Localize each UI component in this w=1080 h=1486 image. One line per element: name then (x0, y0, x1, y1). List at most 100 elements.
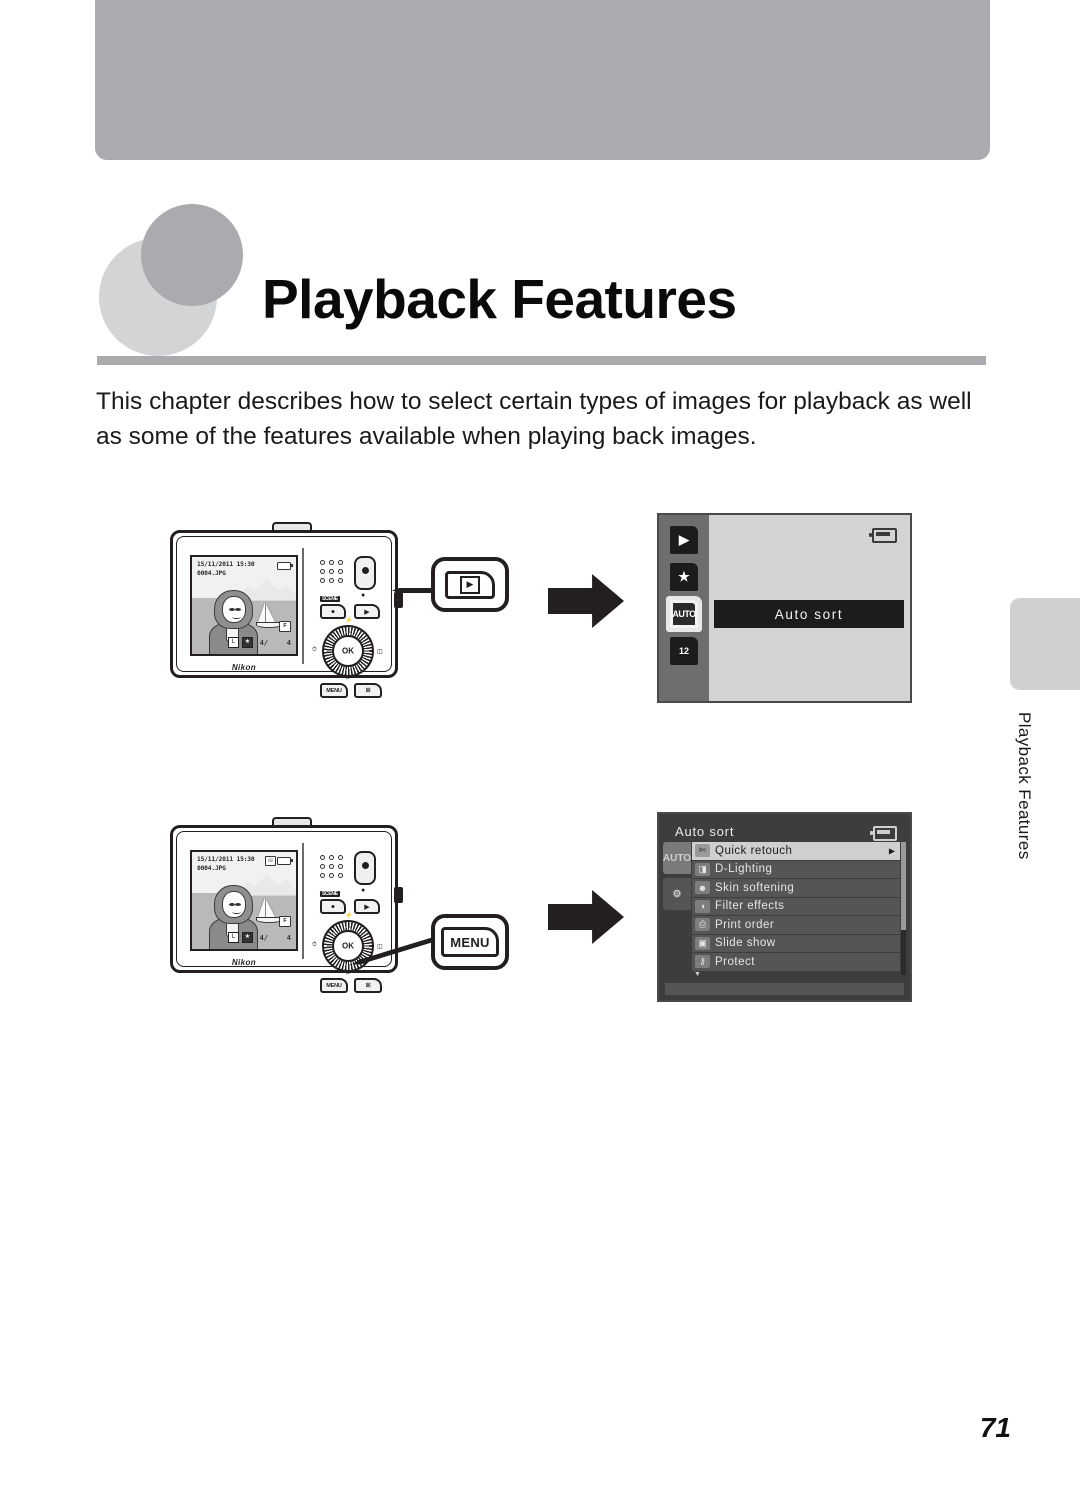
playback-button[interactable]: ▶ (354, 604, 380, 619)
callout-button-shape[interactable]: ▶ (445, 570, 495, 599)
camera-side-port (394, 592, 403, 608)
speaker-hole (329, 873, 334, 878)
menu-item-skin-softening[interactable]: ☻ Skin softening (692, 879, 900, 898)
menu-screen-title: Auto sort (675, 824, 735, 839)
lcd-sail-left (258, 896, 266, 917)
sidebar-tab-setup[interactable]: ⚙ (663, 878, 691, 910)
play-icon: ▶ (364, 903, 370, 911)
callout-leader-line-1 (392, 588, 434, 593)
menu-button-label: MENU (326, 687, 342, 694)
record-mode-button[interactable]: ● (320, 604, 346, 619)
scrollbar-thumb[interactable] (901, 842, 906, 930)
tele-marker-icon: ● (361, 592, 366, 599)
macro-icon: ⚑ (345, 971, 351, 977)
menu-item-slide-show[interactable]: ▣ Slide show (692, 934, 900, 953)
speaker-hole (329, 578, 334, 583)
scroll-down-indicator: ▼ (694, 971, 701, 978)
lcd-mouth (231, 615, 241, 619)
menu-button[interactable]: MENU (320, 683, 348, 698)
menu-item-label: Filter effects (715, 900, 785, 913)
zoom-dot (361, 861, 369, 869)
lcd-frame-total: 4 (286, 934, 291, 942)
list-by-date-icon[interactable]: 12 (670, 637, 698, 665)
play-icon: ▶ (364, 608, 370, 616)
lcd-sail-right (266, 603, 276, 622)
slide-show-icon: ▣ (695, 936, 710, 950)
flow-arrow-right (548, 890, 624, 944)
lcd-frame-current: 4/ (259, 639, 268, 647)
multi-selector-dial[interactable]: OK (322, 625, 374, 677)
brand-logo: Nikon (231, 663, 257, 672)
exposure-comp-icon: ◫ (377, 944, 383, 950)
lcd-favorite-badge: ★ (242, 637, 253, 648)
speaker-hole (320, 864, 325, 869)
menu-item-label: D-Lighting (715, 863, 773, 876)
menu-item-protect[interactable]: ⚷ Protect (692, 953, 900, 972)
speaker-hole (338, 864, 343, 869)
trash-icon: ☒ (365, 687, 371, 694)
lcd-size-badge: L (228, 932, 239, 943)
menu-item-print-order[interactable]: ⎙ Print order (692, 916, 900, 935)
speaker-hole (320, 855, 325, 860)
menu-footer-bar (665, 983, 904, 995)
battery-icon (277, 562, 293, 570)
menu-button[interactable]: MENU (320, 978, 348, 993)
self-timer-icon: ⏱ (312, 942, 317, 948)
menu-item-label: Protect (715, 955, 755, 968)
tele-marker-icon: ● (361, 887, 366, 894)
flash-icon: ⚡ (345, 618, 353, 624)
header-decoration-band (95, 0, 990, 160)
record-mode-button[interactable]: ● (320, 899, 346, 914)
image-quality-icon: F (279, 916, 291, 927)
delete-button[interactable]: ☒ (354, 683, 382, 698)
menu-item-label: Slide show (715, 937, 776, 950)
camera-side-port (394, 887, 403, 903)
scene-mode-label: SCENE (320, 891, 340, 897)
auto-sort-selection-screen: ▶ ★ AUTO 12 Auto sort (657, 513, 912, 703)
menu-item-quick-retouch[interactable]: ✄ Quick retouch ▶ (692, 842, 900, 861)
zoom-control[interactable] (354, 556, 376, 590)
camera-panel-divider (302, 843, 304, 959)
exposure-comp-icon: ◫ (377, 649, 383, 655)
title-divider-rule (97, 356, 986, 365)
side-tab-marker (1010, 598, 1080, 690)
lcd-mouth (231, 910, 241, 914)
page-number: 71 (979, 1412, 1011, 1443)
protect-icon: ⚷ (695, 955, 710, 969)
lcd-sailboat (256, 601, 283, 628)
menu-button-label: MENU (326, 982, 342, 989)
speaker-hole (329, 855, 334, 860)
self-timer-icon: ⏱ (312, 647, 317, 653)
scrollbar-track[interactable] (901, 842, 906, 975)
brand-logo: Nikon (231, 958, 257, 967)
playback-mode-icon[interactable]: ▶ (670, 526, 698, 554)
delete-button[interactable]: ☒ (354, 978, 382, 993)
ok-button-label: OK (342, 646, 354, 656)
playback-button[interactable]: ▶ (354, 899, 380, 914)
battery-icon (869, 528, 897, 543)
camera-lcd-screen-1: 15/11/2011 15:30 0004.JPG F 4/ 4 L ★ (190, 555, 298, 656)
zoom-control[interactable] (354, 851, 376, 885)
favorite-pictures-icon[interactable]: ★ (670, 563, 698, 591)
callout-menu-button: MENU (431, 914, 509, 970)
speaker-hole (329, 569, 334, 574)
camera-icon: ● (330, 608, 336, 615)
auto-sort-highlight-bar[interactable]: Auto sort (714, 600, 904, 628)
callout-button-shape[interactable]: MENU (441, 927, 499, 957)
auto-sort-icon[interactable]: AUTO (670, 600, 698, 628)
menu-item-d-lighting[interactable]: ◨ D-Lighting (692, 860, 900, 879)
trash-icon: ☒ (365, 982, 371, 989)
sidebar-tab-auto-sort[interactable]: AUTO (663, 842, 691, 874)
figure-playback-button-step: 15/11/2011 15:30 0004.JPG F 4/ 4 L ★ Nik… (160, 518, 410, 698)
menu-item-filter-effects[interactable]: ◑ Filter effects (692, 897, 900, 916)
lcd-sail-right (266, 898, 276, 917)
skin-softening-icon: ☻ (695, 881, 710, 895)
speaker-hole (338, 560, 343, 565)
chapter-intro-paragraph: This chapter describes how to select cer… (96, 388, 972, 450)
scene-mode-label: SCENE (320, 596, 340, 602)
speaker-hole (320, 560, 325, 565)
multi-selector-dial[interactable]: OK (322, 920, 374, 972)
lcd-favorite-badge: ★ (242, 932, 253, 943)
ok-button-label: OK (342, 941, 354, 951)
speaker-hole (338, 578, 343, 583)
